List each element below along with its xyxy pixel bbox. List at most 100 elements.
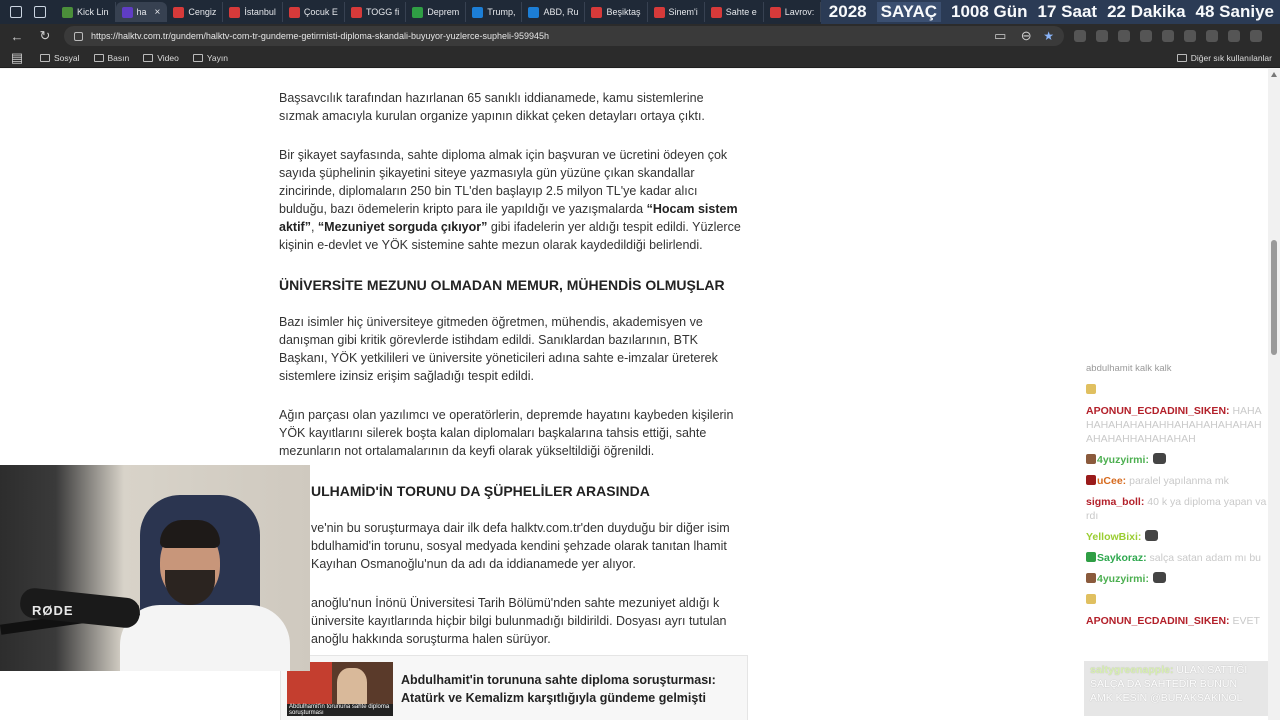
chat-emote-icon	[1152, 572, 1166, 583]
tab-label: Lavrov:	[784, 7, 815, 17]
zoom-icon[interactable]: ⊖	[1017, 28, 1035, 44]
profile-avatar[interactable]	[1228, 30, 1240, 42]
browser-tab[interactable]: Deprem	[406, 2, 467, 22]
chat-badge-icon	[1086, 384, 1096, 394]
extension-icon[interactable]	[1096, 30, 1108, 42]
browser-tab[interactable]: Çocuk E	[283, 2, 345, 22]
folder-icon	[40, 53, 50, 62]
chat-username[interactable]: uCee:	[1097, 475, 1126, 487]
counter-days: 1008 Gün	[951, 2, 1028, 21]
counter-label: SAYAÇ	[876, 2, 941, 22]
chat-badge-icon	[1086, 573, 1096, 583]
related-article-title: Abdulhamit'in torununa sahte diploma sor…	[401, 673, 716, 705]
browser-tab[interactable]: TOGG fi	[345, 2, 407, 22]
chat-username[interactable]: sigma_boll:	[1086, 496, 1144, 508]
counter-hours: 17 Saat	[1037, 2, 1098, 21]
tab-favicon-icon	[710, 6, 722, 18]
url-text: https://halktv.com.tr/gundem/halktv-com-…	[91, 31, 550, 41]
browser-tab[interactable]: Trump,	[466, 2, 523, 22]
back-icon[interactable]: ←	[8, 29, 26, 44]
tab-actions-icon[interactable]	[34, 6, 46, 18]
tab-label: Sahte e	[725, 7, 757, 17]
tab-favicon-icon	[653, 6, 665, 18]
tab-favicon-icon	[121, 6, 133, 18]
chat-message: sigma_boll: 40 k ya diploma yapan vardı	[1086, 495, 1268, 523]
tab-favicon-icon	[412, 6, 424, 18]
other-bookmarks[interactable]: Diğer sık kullanılanlar	[1176, 53, 1272, 63]
close-tab-icon[interactable]: ×	[155, 7, 161, 18]
article-paragraph: Ağın parçası olan yazılımcı ve operatörl…	[279, 408, 734, 458]
browser-tab[interactable]: Cengiz	[167, 2, 224, 22]
browser-tab[interactable]: ABD, Ru	[522, 2, 586, 22]
browser-tab[interactable]: Sahte e	[705, 2, 764, 22]
related-article-card[interactable]: Abdulhamit'in torununa sahte diploma sor…	[280, 655, 748, 720]
chat-username[interactable]: YellowBixi:	[1086, 531, 1141, 543]
reload-icon[interactable]: ↻	[36, 28, 54, 44]
extension-icon[interactable]	[1140, 30, 1152, 42]
bookmark-folder[interactable]: Yayın	[192, 53, 228, 63]
browser-tab[interactable]: Beşiktaş	[585, 2, 648, 22]
bookmarks-bar: ▤ Sosyal Basın Video Yayın Diğer sık kul…	[0, 48, 1280, 68]
tab-favicon-icon	[62, 6, 73, 18]
extensions-bar	[1074, 30, 1262, 42]
article-subheading: ULHAMİD'İN TORUNU DA ŞÜPHELİLER ARASINDA	[311, 483, 650, 499]
chat-username[interactable]: 4yuzyirmi:	[1097, 454, 1149, 466]
folder-icon	[143, 53, 154, 62]
url-input[interactable]: https://halktv.com.tr/gundem/halktv-com-…	[64, 26, 1064, 46]
tab-favicon-icon	[173, 6, 185, 18]
tab-label: Cengiz	[188, 7, 217, 17]
tab-favicon-icon	[229, 6, 241, 18]
tab-favicon-icon	[528, 6, 540, 18]
chat-message: abdulhamit kalk kalk	[1086, 363, 1172, 374]
chat-badge-icon	[1086, 552, 1096, 562]
favorite-star-icon[interactable]: ★	[1043, 29, 1054, 43]
tab-favicon-icon	[472, 6, 484, 18]
tab-label: Sinem'i	[668, 7, 698, 17]
article-subheading: ÜNİVERSİTE MEZUNU OLMADAN MEMUR, MÜHENDİ…	[279, 277, 725, 293]
countdown-overlay: 2028 SAYAÇ 1008 Gün 17 Saat 22 Dakika 48…	[820, 0, 1280, 24]
browser-tab[interactable]: Kick Lin	[56, 2, 116, 22]
chat-username[interactable]: Saykoraz:	[1097, 552, 1147, 564]
article-paragraph: ve'nin bu soruşturmaya dair ilk defa hal…	[311, 521, 730, 571]
browser-tab[interactable]: İstanbul	[223, 2, 283, 22]
chat-message-highlighted: saltygreenapple: ULAN SATTIĞI SALÇA DA S…	[1084, 661, 1268, 716]
streamer-webcam: RØDE	[0, 465, 310, 671]
browser-tab[interactable]: Sinem'i	[648, 2, 705, 22]
bookmark-folder[interactable]: Sosyal	[40, 53, 80, 63]
chat-username[interactable]: 4yuzyirmi:	[1097, 573, 1149, 585]
scroll-up-icon[interactable]	[1271, 72, 1277, 77]
page-scrollbar[interactable]	[1268, 69, 1280, 720]
tab-label: ha	[136, 7, 147, 17]
extension-icon[interactable]	[1162, 30, 1174, 42]
tab-label: İstanbul	[244, 7, 276, 17]
chat-emote-icon	[1145, 530, 1159, 541]
bookmark-folder[interactable]: Basın	[93, 53, 129, 63]
folder-icon	[93, 53, 104, 62]
site-info-icon[interactable]	[74, 31, 83, 41]
copilot-icon[interactable]	[1250, 30, 1262, 42]
extension-icon[interactable]	[1074, 30, 1086, 42]
workspaces-icon[interactable]	[10, 6, 22, 18]
article-paragraph: Bazı isimler hiç üniversiteye gitmeden ö…	[279, 315, 718, 383]
chat-text: paralel yapılanma mk	[1126, 475, 1229, 487]
chat-badge-icon	[1086, 594, 1096, 604]
collections-icon[interactable]	[1206, 30, 1218, 42]
bookmark-folder[interactable]: Video	[143, 53, 179, 63]
chat-text: salça satan adam mı bu	[1146, 552, 1262, 564]
extension-icon[interactable]	[1118, 30, 1130, 42]
stream-chat: abdulhamit kalk kalk APONUN_ECDADINI_SIK…	[1086, 362, 1268, 635]
bookmarks-menu-icon[interactable]: ▤	[8, 50, 26, 66]
article-paragraph: Bir şikayet sayfasında, sahte diploma al…	[279, 148, 741, 252]
scrollbar-thumb[interactable]	[1271, 240, 1277, 355]
microphone-brand: RØDE	[32, 603, 74, 618]
reader-mode-icon[interactable]: ▭	[991, 28, 1009, 44]
favorites-icon[interactable]	[1184, 30, 1196, 42]
browser-tab[interactable]: ha ×	[115, 2, 168, 22]
tab-favicon-icon	[288, 6, 300, 18]
browser-tab[interactable]: Lavrov:	[764, 2, 822, 22]
chat-username[interactable]: APONUN_ECDADINI_SIKEN:	[1086, 405, 1230, 417]
chat-message: APONUN_ECDADINI_SIKEN: EVET	[1086, 614, 1268, 628]
chat-message: uCee: paralel yapılanma mk	[1086, 474, 1268, 488]
chat-username[interactable]: APONUN_ECDADINI_SIKEN:	[1086, 615, 1230, 627]
tab-label: TOGG fi	[365, 7, 400, 17]
